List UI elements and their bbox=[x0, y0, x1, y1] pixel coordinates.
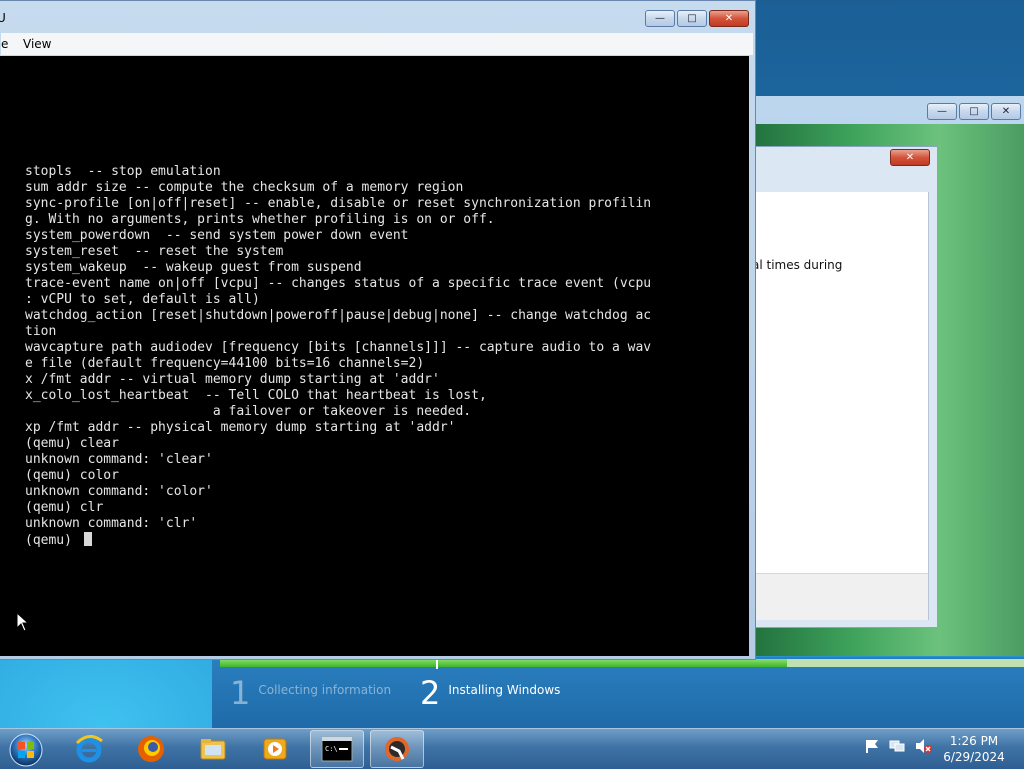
taskbar-command-prompt[interactable]: C:\ bbox=[310, 730, 364, 768]
minimize-button[interactable]: — bbox=[645, 10, 675, 27]
step-number: 1 bbox=[230, 674, 251, 712]
svg-text:C:\: C:\ bbox=[325, 745, 338, 753]
console-line: x_colo_lost_heartbeat -- Tell COLO that … bbox=[25, 388, 487, 403]
taskbar-internet-explorer[interactable] bbox=[62, 730, 116, 768]
console-line: system_reset -- reset the system bbox=[25, 244, 284, 259]
qemu-window: U — □ ✕ e View stopls -- stop emulation … bbox=[0, 0, 756, 660]
text-cursor bbox=[83, 532, 92, 546]
system-tray bbox=[864, 738, 932, 754]
qemu-monitor-console[interactable]: stopls -- stop emulation sum addr size -… bbox=[0, 56, 749, 656]
step-collecting-information: 1 Collecting information bbox=[230, 677, 391, 709]
console-line: a failover or takeover is needed. bbox=[212, 404, 472, 419]
console-line: system_powerdown -- send system power do… bbox=[25, 228, 409, 243]
qemu-icon bbox=[385, 737, 409, 761]
setup-close-button[interactable]: ✕ bbox=[991, 103, 1021, 120]
setup-dialog-footer bbox=[740, 573, 928, 620]
console-line: xp /fmt addr -- physical memory dump sta… bbox=[25, 420, 456, 435]
clock-date: 6/29/2024 bbox=[943, 750, 1005, 764]
console-line: wavcapture path audiodev [frequency [bit… bbox=[25, 340, 652, 355]
console-line: unknown command: 'clear' bbox=[25, 452, 213, 467]
console-line: : vCPU to set, default is all) bbox=[25, 292, 260, 307]
setup-dialog-text: al times during bbox=[752, 258, 843, 272]
install-progress-bar bbox=[220, 659, 1024, 669]
console-line: system_wakeup -- wakeup guest from suspe… bbox=[25, 260, 362, 275]
console-line: e file (default frequency=44100 bits=16 … bbox=[25, 356, 425, 371]
console-line: sync-profile [on|off|reset] -- enable, d… bbox=[25, 196, 652, 211]
console-line: x /fmt addr -- virtual memory dump start… bbox=[25, 372, 440, 387]
taskbar-firefox[interactable] bbox=[124, 730, 178, 768]
taskbar-media-player[interactable] bbox=[248, 730, 302, 768]
firefox-icon bbox=[138, 736, 164, 762]
media-player-icon bbox=[263, 738, 287, 760]
console-line: unknown command: 'color' bbox=[25, 484, 213, 499]
console-line: tion bbox=[25, 324, 57, 339]
console-prompt: (qemu) bbox=[25, 533, 80, 548]
taskbar-file-explorer[interactable] bbox=[186, 730, 240, 768]
window-title: U bbox=[0, 11, 6, 25]
internet-explorer-icon bbox=[75, 735, 103, 763]
menu-bar: e View bbox=[1, 33, 753, 56]
menu-view[interactable]: View bbox=[23, 37, 51, 51]
clock-time: 1:26 PM bbox=[949, 734, 999, 748]
console-line: sum addr size -- compute the checksum of… bbox=[25, 180, 464, 195]
network-icon[interactable] bbox=[888, 738, 906, 754]
step-label: Installing Windows bbox=[448, 683, 561, 697]
action-center-flag-icon[interactable] bbox=[864, 738, 880, 754]
install-progress-fill bbox=[220, 659, 787, 667]
step-installing-windows: 2 Installing Windows bbox=[420, 677, 560, 709]
step-label: Collecting information bbox=[258, 683, 392, 697]
progress-step-divider bbox=[436, 659, 438, 669]
close-button[interactable]: ✕ bbox=[709, 10, 749, 27]
volume-muted-icon[interactable] bbox=[914, 738, 932, 754]
console-line: watchdog_action [reset|shutdown|poweroff… bbox=[25, 308, 652, 323]
console-line: stopls -- stop emulation bbox=[25, 164, 221, 179]
console-line: (qemu) clr bbox=[25, 500, 104, 515]
start-button[interactable] bbox=[8, 732, 44, 768]
taskbar-qemu[interactable] bbox=[370, 730, 424, 768]
maximize-button[interactable]: □ bbox=[677, 10, 707, 27]
install-progress-area: 1 Collecting information 2 Installing Wi… bbox=[212, 657, 1024, 729]
mouse-pointer-icon bbox=[16, 612, 30, 632]
console-line: g. With no arguments, prints whether pro… bbox=[25, 212, 495, 227]
menu-machine[interactable]: e bbox=[1, 37, 8, 51]
console-output: stopls -- stop emulation sum addr size -… bbox=[25, 164, 651, 549]
step-number: 2 bbox=[420, 674, 441, 712]
file-explorer-icon bbox=[200, 739, 226, 760]
console-line: (qemu) clear bbox=[25, 436, 119, 451]
setup-dialog-content bbox=[740, 192, 929, 620]
console-line: unknown command: 'clr' bbox=[25, 516, 198, 531]
dialog-close-button[interactable]: ✕ bbox=[890, 149, 930, 166]
command-prompt-icon: C:\ bbox=[321, 736, 353, 762]
console-line: (qemu) color bbox=[25, 468, 119, 483]
taskbar-clock[interactable]: 1:26 PM 6/29/2024 bbox=[940, 733, 1008, 765]
console-line: trace-event name on|off [vcpu] -- change… bbox=[25, 276, 652, 291]
setup-minimize-button[interactable]: — bbox=[927, 103, 957, 120]
setup-maximize-button[interactable]: □ bbox=[959, 103, 989, 120]
